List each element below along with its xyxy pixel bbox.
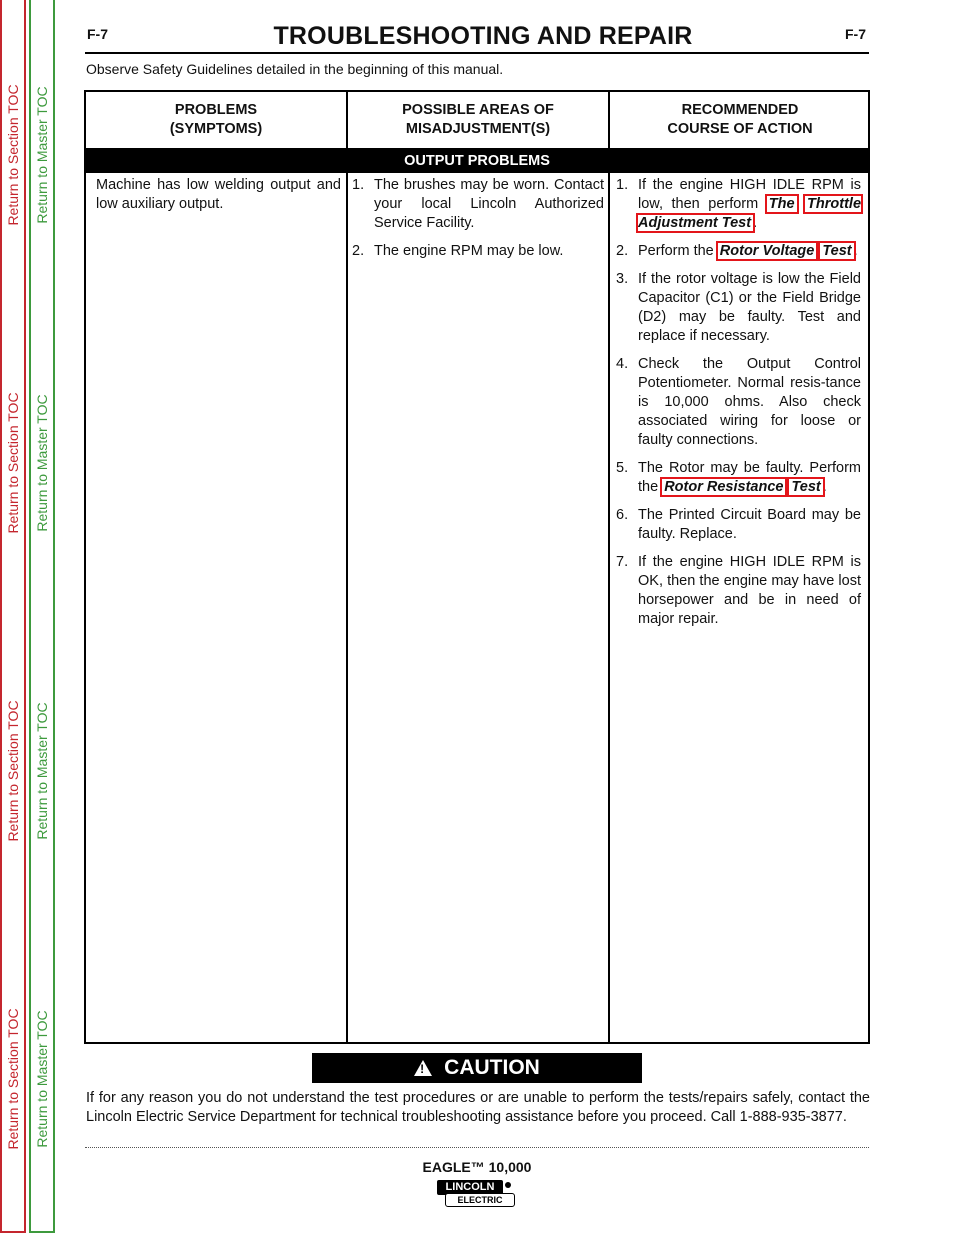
item-text: If the rotor voltage is low the Field Ca… <box>638 271 861 344</box>
list-item: 7. If the engine HIGH IDLE RPM is OK, the… <box>616 553 861 629</box>
item-text: The brushes may be worn. Contact your lo… <box>374 177 604 231</box>
master-toc-bar: Return to Master TOC Return to Master TO… <box>29 0 55 1233</box>
return-to-master-toc-link[interactable]: Return to Master TOC <box>34 86 50 223</box>
return-to-section-toc-link[interactable]: Return to Section TOC <box>5 1008 21 1149</box>
item-number: 6. <box>616 507 629 523</box>
safety-note: Observe Safety Guidelines detailed in th… <box>86 61 504 77</box>
caution-label: CAUTION <box>444 1056 540 1079</box>
item-text: The Printed Circuit Board may be faulty.… <box>638 507 861 542</box>
header-line: PROBLEMS <box>174 102 258 118</box>
list-item: 1. The brushes may be worn. Contact your … <box>352 176 604 233</box>
item-number: 3. <box>616 271 629 287</box>
rotor-voltage-test-link[interactable]: Test <box>818 241 856 261</box>
lincoln-electric-logo: LINCOLN ELECTRIC <box>437 1180 517 1208</box>
logo-bottom: ELECTRIC <box>445 1193 515 1207</box>
caution-banner: CAUTION <box>312 1053 642 1083</box>
item-number: 1. <box>616 177 629 193</box>
header-divider <box>85 52 869 54</box>
rotor-resistance-test-link[interactable]: Rotor Resistance <box>660 477 788 497</box>
throttle-adjustment-test-link[interactable]: The <box>764 194 799 214</box>
item-number: 7. <box>616 554 629 570</box>
section-band-output-problems: OUTPUT PROBLEMS <box>86 148 868 173</box>
item-number: 2. <box>616 243 629 259</box>
list-item: 6. The Printed Circuit Board may be fault… <box>616 506 861 544</box>
item-text: If the engine HIGH IDLE RPM is OK, then … <box>638 554 861 627</box>
item-number: 2. <box>352 243 365 259</box>
column-divider <box>608 92 610 1042</box>
return-to-section-toc-link[interactable]: Return to Section TOC <box>5 700 21 841</box>
list-item: 5. The Rotor may be faulty. Perform the R… <box>616 459 861 497</box>
section-toc-bar: Return to Section TOC Return to Section … <box>0 0 26 1233</box>
list-item: 4. Check the Output Control Potentiometer… <box>616 355 861 450</box>
list-item: 2. Perform the Rotor Voltage Test. <box>616 241 861 261</box>
item-text: . <box>822 479 827 495</box>
return-to-master-toc-link[interactable]: Return to Master TOC <box>34 394 50 531</box>
return-to-master-toc-link[interactable]: Return to Master TOC <box>34 702 50 839</box>
footer-divider <box>85 1147 869 1148</box>
symptom-cell: Machine has low welding output and low a… <box>96 177 341 212</box>
troubleshooting-table: PROBLEMS (SYMPTOMS) POSSIBLE AREAS OF MISA… <box>84 90 870 1044</box>
misadjustments-cell: 1. The brushes may be worn. Contact your … <box>352 176 604 270</box>
return-to-section-toc-link[interactable]: Return to Section TOC <box>5 392 21 533</box>
warning-triangle-icon <box>414 1060 433 1076</box>
item-text: . <box>853 243 858 259</box>
item-text: Check the Output Control Potentiometer. … <box>638 356 861 448</box>
header-misadjustments: POSSIBLE AREAS OF MISADJUSTMENT(S) <box>348 92 608 148</box>
rotor-voltage-test-link[interactable]: Rotor Voltage <box>715 241 819 261</box>
item-text: Perform the <box>638 243 718 259</box>
list-item: 3. If the rotor voltage is low the Field … <box>616 270 861 346</box>
return-to-section-toc-link[interactable]: Return to Section TOC <box>5 84 21 225</box>
header-line: COURSE OF ACTION <box>667 121 813 137</box>
header-line: MISADJUSTMENT(S) <box>405 121 551 137</box>
item-number: 1. <box>352 177 365 193</box>
model-name: EAGLE™ 10,000 <box>422 1159 532 1175</box>
item-text: The engine RPM may be low. <box>374 243 564 259</box>
header-problems: PROBLEMS (SYMPTOMS) <box>86 92 346 148</box>
header-line: RECOMMENDED <box>681 102 799 118</box>
header-line: (SYMPTOMS) <box>169 121 263 137</box>
list-item: 2. The engine RPM may be low. <box>352 242 604 261</box>
column-divider <box>346 92 348 1042</box>
item-text: . <box>753 215 758 231</box>
header-course-of-action: RECOMMENDED COURSE OF ACTION <box>610 92 870 148</box>
header-line: POSSIBLE AREAS OF <box>402 102 554 118</box>
actions-cell: 1. If the engine HIGH IDLE RPM is low, th… <box>616 176 864 638</box>
page-title: TROUBLESHOOTING AND REPAIR <box>273 22 693 50</box>
return-to-master-toc-link[interactable]: Return to Master TOC <box>34 1010 50 1147</box>
rotor-resistance-test-link[interactable]: Test <box>787 477 825 497</box>
list-item: 1. If the engine HIGH IDLE RPM is low, th… <box>616 176 864 233</box>
item-number: 4. <box>616 356 629 372</box>
registered-mark-icon <box>505 1182 511 1188</box>
page-number-right: F-7 <box>845 26 866 42</box>
caution-text: If for any reason you do not understand … <box>86 1090 870 1125</box>
item-number: 5. <box>616 460 629 476</box>
